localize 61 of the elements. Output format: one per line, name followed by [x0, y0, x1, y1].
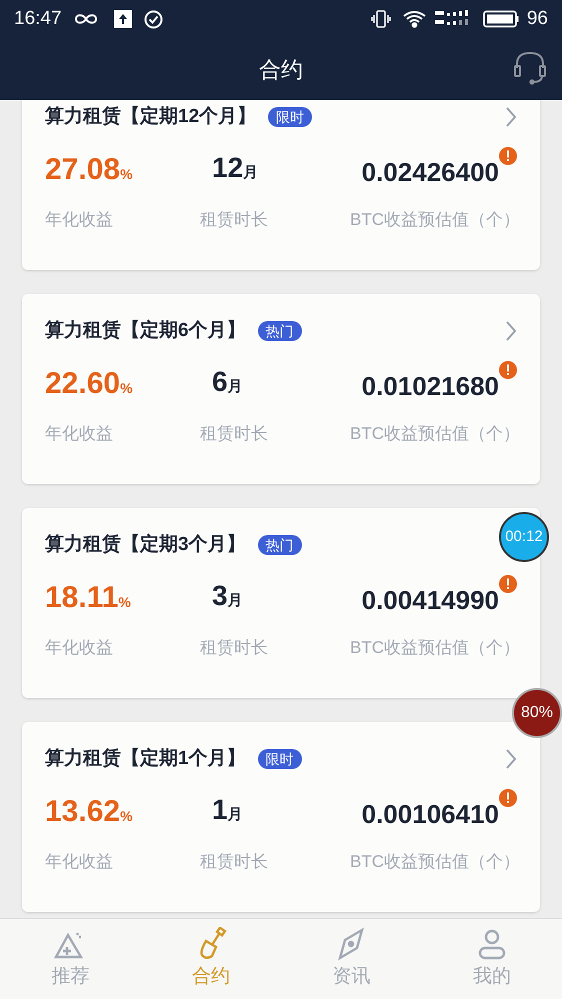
btc-estimate: 0.01021680 — [362, 372, 499, 398]
annual-rate: 27.08 — [45, 154, 120, 184]
rate-label: 年化收益 — [45, 422, 114, 444]
rate-label: 年化收益 — [45, 208, 114, 230]
rate-label: 年化收益 — [45, 850, 114, 872]
alert-icon — [499, 360, 517, 378]
duration-value: 1 — [212, 796, 228, 824]
annual-rate: 18.11 — [45, 582, 118, 612]
check-circle-icon — [144, 10, 163, 28]
battery-level: 96 — [526, 6, 548, 31]
annual-rate: 13.62 — [45, 796, 120, 826]
upload-icon — [114, 10, 132, 28]
percent-badge[interactable]: 80% — [512, 688, 562, 738]
duration-unit: 月 — [228, 805, 243, 825]
chevron-right-icon — [505, 106, 517, 128]
contract-title: 算力租赁【定期3个月】 — [45, 532, 246, 557]
contract-card[interactable]: 算力租赁【定期12个月】 限时 27.08% 12月 0.02426400 年化收益 租赁时长 BTC收益预估值（个） — [22, 100, 540, 270]
headset-icon[interactable] — [512, 50, 548, 86]
duration-label: 租赁时长 — [199, 850, 269, 872]
btc-label: BTC收益预估值（个） — [350, 422, 520, 444]
duration-label: 租赁时长 — [199, 636, 269, 658]
alert-icon — [499, 146, 517, 164]
duration-unit: 月 — [228, 377, 243, 397]
page-title: 合约 — [259, 56, 303, 84]
duration-unit: 月 — [243, 163, 258, 183]
btc-estimate: 0.00106410 — [362, 800, 499, 826]
chevron-right-icon — [505, 748, 517, 770]
tag: 热门 — [258, 535, 302, 555]
alert-icon — [499, 574, 517, 592]
contract-card[interactable]: 算力租赁【定期1个月】 限时 13.62% 1月 0.00106410 年化收益 租赁时长 BTC收益预估值（个） — [22, 722, 540, 912]
contract-card[interactable]: 算力租赁【定期6个月】 热门 22.60% 6月 0.01021680 年化收益 租赁时长 BTC收益预估值（个） — [22, 294, 540, 484]
battery-icon — [482, 10, 519, 28]
duration-value: 12 — [212, 154, 244, 182]
btc-label: BTC收益预估值（个） — [350, 850, 520, 872]
status-time: 16:47 — [14, 6, 62, 31]
btc-estimate: 0.02426400 — [362, 158, 499, 184]
duration-label: 租赁时长 — [199, 208, 269, 230]
percent-unit: % — [120, 806, 133, 826]
percent-unit: % — [120, 378, 133, 398]
btc-estimate: 0.00414990 — [362, 586, 499, 612]
tag: 热门 — [258, 321, 302, 341]
tag: 限时 — [258, 749, 302, 769]
duration-unit: 月 — [228, 591, 243, 611]
contract-title: 算力租赁【定期1个月】 — [45, 746, 246, 771]
vibrate-icon — [370, 10, 391, 28]
btc-label: BTC收益预估值（个） — [350, 636, 520, 658]
percent-unit: % — [118, 592, 131, 612]
rate-label: 年化收益 — [45, 636, 114, 658]
contract-title: 算力租赁【定期6个月】 — [45, 318, 246, 343]
duration-value: 6 — [212, 368, 228, 396]
infinity-icon — [74, 13, 98, 25]
percent-unit: % — [120, 164, 133, 184]
tag: 限时 — [268, 107, 312, 127]
annual-rate: 22.60 — [45, 368, 120, 398]
contract-title: 算力租赁【定期12个月】 — [45, 104, 256, 129]
duration-value: 3 — [212, 582, 228, 610]
alert-icon — [499, 788, 517, 806]
duration-label: 租赁时长 — [199, 422, 269, 444]
chevron-right-icon — [505, 320, 517, 342]
btc-label: BTC收益预估值（个） — [350, 208, 520, 230]
wifi-icon — [402, 10, 427, 28]
